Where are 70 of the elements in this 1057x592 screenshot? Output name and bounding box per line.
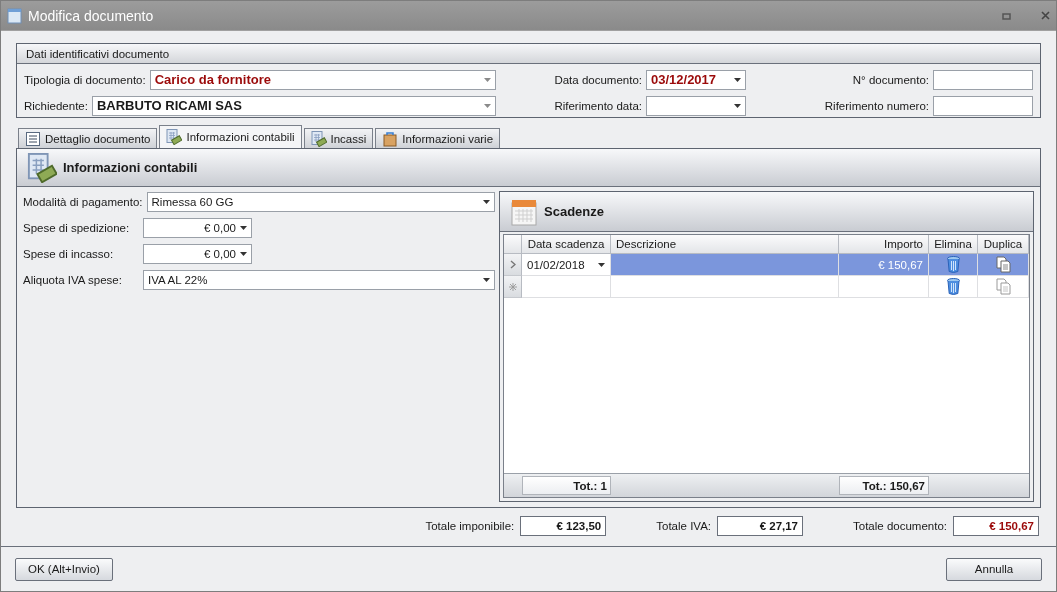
field-label: Riferimento data: (554, 99, 642, 112)
tab[interactable]: Incassi (303, 128, 374, 148)
tab[interactable]: Informazioni varie (375, 128, 501, 148)
caret-icon (240, 252, 247, 256)
dropdown-field[interactable]: Carico da fornitore (149, 69, 496, 90)
total-label: Totale imponibile: (425, 520, 515, 532)
new-row-icon (508, 282, 517, 291)
field-label: Spese di incasso: (23, 248, 115, 260)
restore-icon[interactable] (1002, 11, 1011, 20)
dropdown-field[interactable]: BARBUTO RICAMI SAS (91, 95, 496, 116)
field-label: Tipologia di documento: (24, 73, 146, 86)
dropdown-field[interactable]: IVA AL 22% (143, 270, 495, 290)
total-value: € 150,67 (953, 516, 1039, 536)
caret-icon (734, 77, 741, 82)
amount-field[interactable]: € 0,00 (143, 244, 252, 264)
column-header[interactable]: Elimina (929, 235, 978, 254)
input-field[interactable] (933, 95, 1033, 116)
column-header[interactable]: Data scadenza (522, 235, 611, 254)
tab[interactable]: Informazioni contabili (159, 125, 302, 148)
ledger-money-icon (310, 130, 327, 147)
trash-icon[interactable] (946, 278, 960, 295)
trash-icon[interactable] (946, 256, 960, 273)
group-title: Dati identificativi documento (26, 47, 170, 60)
window-title: Modifica documento (28, 7, 155, 24)
field-label: Richiedente: (24, 99, 88, 112)
caret-icon (734, 103, 741, 108)
caret-icon (598, 262, 605, 267)
caret-icon (484, 103, 491, 108)
field-label: Aliquota IVA spese: (23, 274, 123, 286)
amount-field[interactable]: € 0,00 (143, 218, 252, 238)
total-value: € 123,50 (520, 516, 607, 536)
caret-icon (483, 278, 490, 282)
total-label: Totale IVA: (656, 520, 711, 532)
dropdown-field[interactable]: Rimessa 60 GG (146, 192, 495, 212)
field-label: Riferimento numero: (824, 99, 929, 112)
field-label: Data documento: (554, 73, 642, 86)
copy-icon[interactable] (995, 278, 1011, 295)
column-header[interactable]: Duplica (978, 235, 1029, 254)
tab[interactable]: Dettaglio documento (18, 128, 158, 148)
cancel-button[interactable]: Annulla (946, 557, 1042, 581)
ledger-money-icon (166, 129, 183, 145)
grid-row[interactable]: 01/02/2018 € 150,67 (504, 254, 1029, 276)
total-label: Totale documento: (853, 520, 947, 532)
column-header[interactable]: Importo (839, 235, 929, 254)
current-row-icon (509, 260, 516, 269)
amount-cell: € 150,67 (839, 254, 929, 276)
caret-icon (240, 226, 247, 230)
ledger-money-icon (27, 152, 57, 183)
copy-icon[interactable] (995, 256, 1011, 273)
amount-total: Tot.: 150,67 (839, 476, 929, 495)
panel-title: Informazioni contabili (63, 160, 198, 175)
column-header[interactable]: Descrizione (611, 235, 839, 254)
field-label: N° documento: (852, 73, 929, 86)
close-icon[interactable] (1041, 11, 1050, 20)
field-label: Spese di spedizione: (23, 222, 131, 234)
date-field[interactable] (646, 95, 746, 116)
date-field[interactable]: 03/12/2017 (646, 69, 746, 90)
panel-title: Scadenze (544, 204, 604, 219)
field-label: Modalità di pagamento: (23, 196, 143, 208)
caret-icon (484, 77, 491, 82)
total-value: € 27,17 (717, 516, 803, 536)
grid-corner (504, 235, 522, 254)
date-cell[interactable]: 01/02/2018 (522, 254, 611, 276)
ok-button[interactable]: OK (Alt+Invio) (15, 557, 113, 581)
caret-icon (483, 200, 490, 204)
input-field[interactable] (933, 69, 1033, 90)
document-icon (7, 7, 22, 24)
count-total: Tot.: 1 (522, 476, 611, 495)
list-icon (25, 130, 41, 147)
bag-icon (382, 130, 399, 147)
